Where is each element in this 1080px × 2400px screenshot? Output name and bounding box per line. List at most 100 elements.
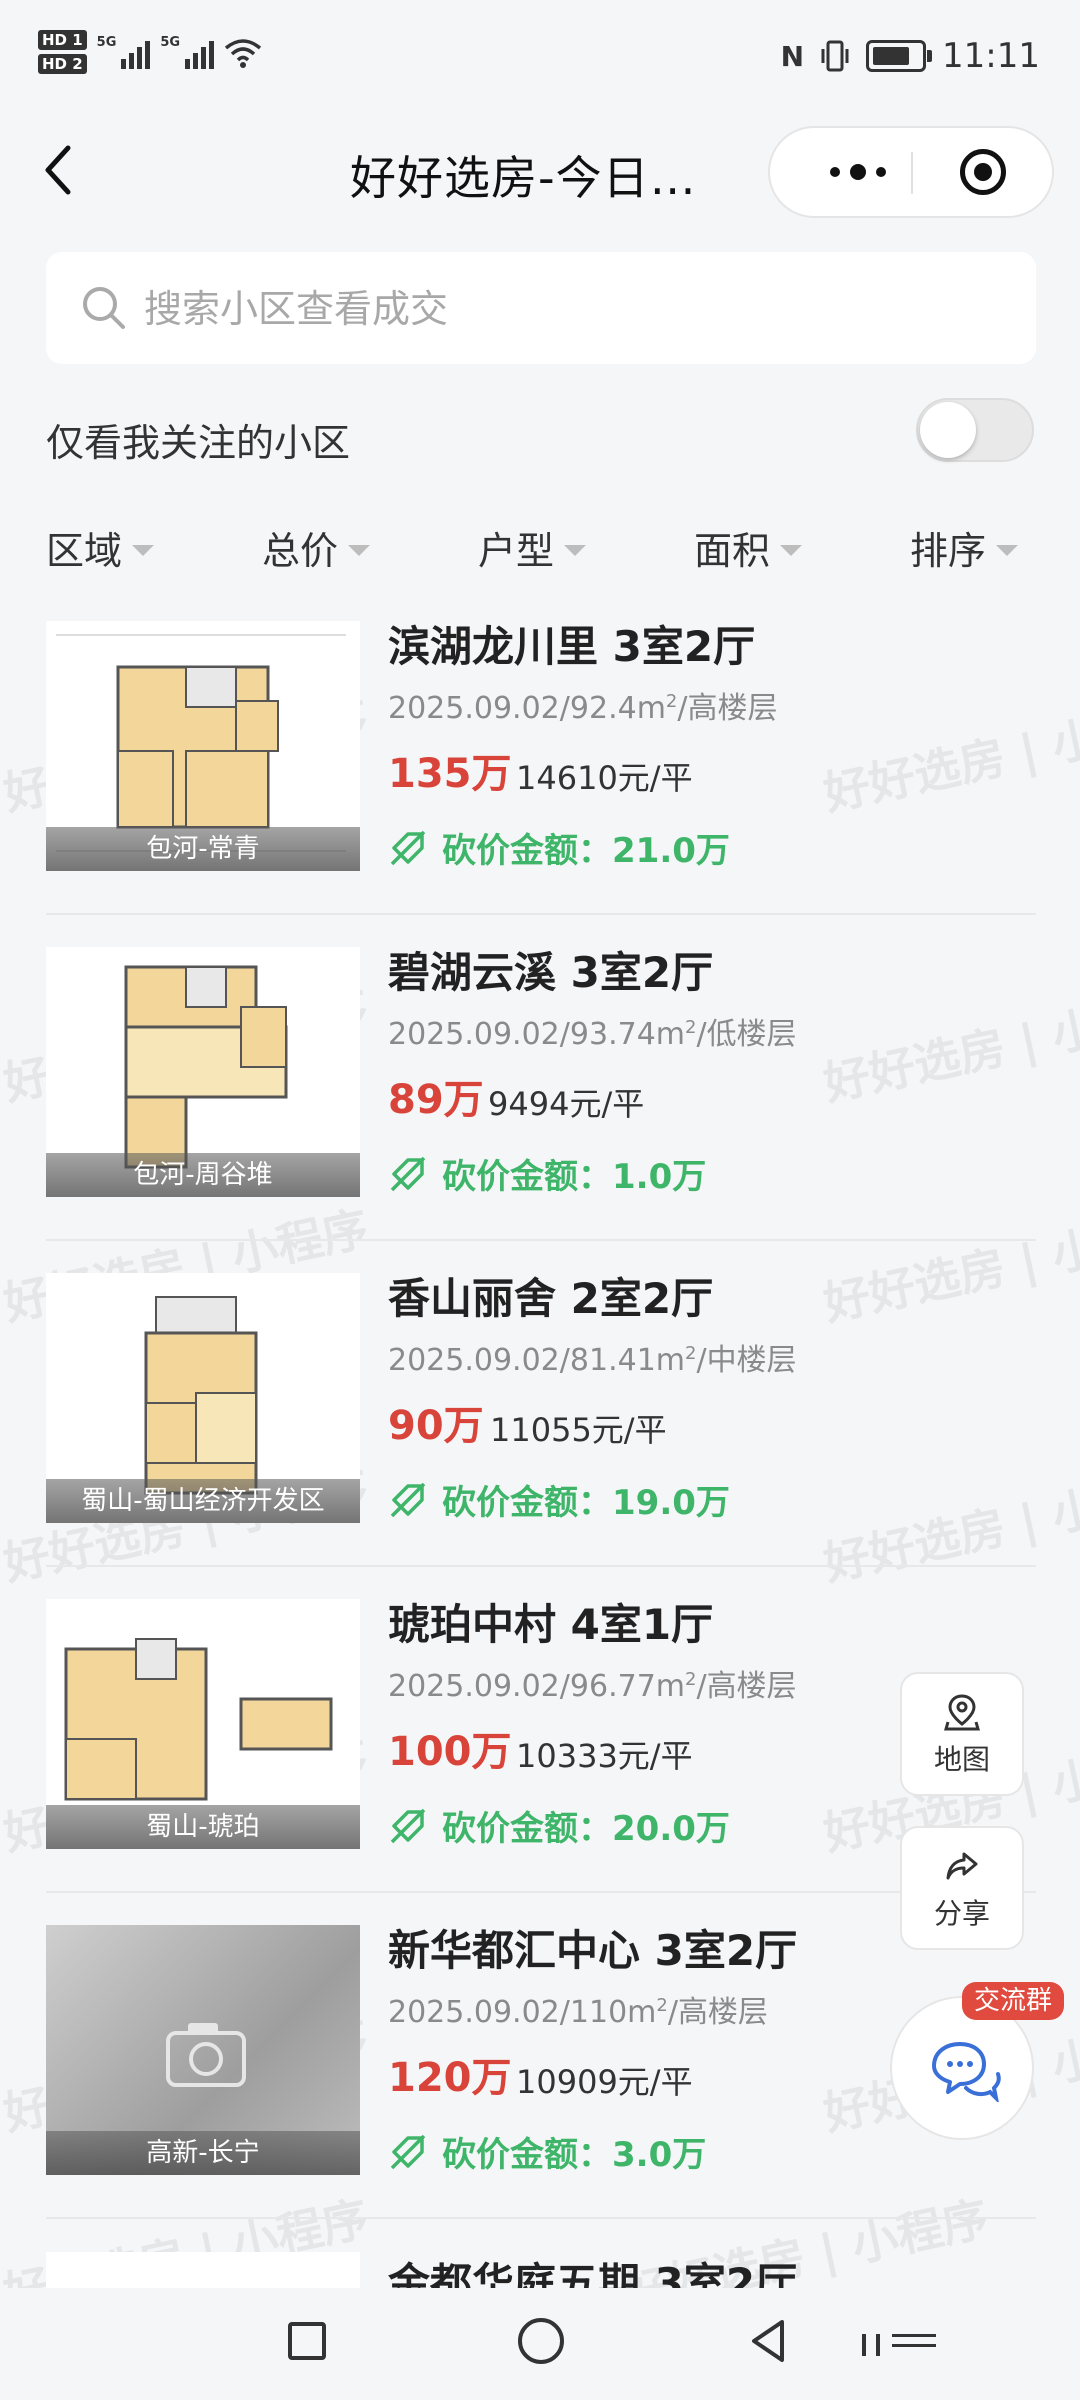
location-label: 高新-长宁 [46, 2131, 360, 2175]
bargain-text: 砍价金额：19.0万 [442, 1483, 730, 1523]
group-chat-badge[interactable]: 交流群 [962, 1982, 1065, 2020]
list-divider [46, 913, 1036, 915]
area-unit: 2 [665, 691, 678, 712]
net1-label: 5G [96, 35, 117, 50]
unit-price: 11055元/平 [490, 1411, 667, 1449]
status-left: HD 1 HD 2 5G 5G [38, 30, 262, 74]
map-button[interactable]: 地图 [900, 1672, 1024, 1796]
total-price: 135万 [388, 751, 512, 797]
filter-label: 总价 [262, 529, 339, 573]
filter-area[interactable]: 面积 [694, 520, 803, 575]
listing-title: 琥珀中村 4室1厅 [388, 1600, 714, 1649]
total-price: 120万 [388, 2055, 512, 2101]
sim-indicators: HD 1 HD 2 [38, 30, 87, 74]
price-tag-icon [390, 1808, 426, 1843]
capsule-divider [911, 152, 913, 194]
listing-meta: 2025.09.02/92.4m2/高楼层 [388, 691, 778, 726]
listing-item[interactable]: 包河-周谷堆 碧湖云溪 3室2厅 2025.09.02/93.74m2/低楼层 … [46, 931, 1036, 1257]
system-nav-bar [0, 2288, 1080, 2400]
caret-down-icon [132, 545, 155, 556]
battery-icon [866, 40, 933, 72]
filter-layout[interactable]: 户型 [478, 520, 587, 575]
unit-price: 10909元/平 [516, 2063, 693, 2101]
filter-label: 户型 [478, 529, 555, 573]
unit-price: 14610元/平 [516, 759, 693, 797]
follow-toggle-switch[interactable] [916, 398, 1034, 462]
listing-item[interactable]: 包河-常青 滨湖龙川里 3室2厅 2025.09.02/92.4m2/高楼层 1… [46, 605, 1036, 931]
nfc-icon: N [780, 39, 805, 73]
bargain-text: 砍价金额：1.0万 [442, 1157, 707, 1197]
location-label: 包河-常青 [46, 827, 360, 871]
map-pin-icon [944, 1694, 980, 1731]
price-tag-icon [390, 830, 426, 865]
listing-title: 新华都汇中心 3室2厅 [388, 1926, 798, 1975]
status-right: N 11:11 [781, 36, 1040, 76]
area-unit: 2 [685, 1017, 697, 1038]
page-title: 好好选房-今日… [350, 151, 697, 205]
search-box[interactable] [46, 252, 1036, 364]
unit-price: 9494元/平 [488, 1085, 645, 1123]
filter-label: 排序 [910, 529, 987, 573]
filter-sort[interactable]: 排序 [910, 520, 1019, 575]
listing-area: 93.74m [569, 1017, 685, 1052]
status-time: 11:11 [942, 36, 1040, 76]
price-tag-icon [390, 2134, 426, 2169]
listing-item[interactable]: 蜀山-琥珀 琥珀中村 4室1厅 2025.09.02/96.77m2/高楼层 1… [46, 1583, 1036, 1909]
sim2-badge: HD 2 [38, 54, 87, 74]
miniprogram-capsule [768, 126, 1054, 218]
deal-date: 2025.09.02 [388, 1995, 560, 2030]
location-label: 包河-周谷堆 [46, 1153, 360, 1197]
home-button[interactable] [518, 2318, 564, 2364]
wifi-icon [224, 39, 262, 68]
listing-item[interactable]: 高新-长宁 新华都汇中心 3室2厅 2025.09.02/110m2/高楼层 1… [46, 1909, 1036, 2235]
listing-meta: 2025.09.02/110m2/高楼层 [388, 1995, 768, 2030]
back-button[interactable] [38, 140, 88, 200]
navigation-menu-icon[interactable] [862, 2334, 936, 2356]
location-label: 蜀山-蜀山经济开发区 [46, 1479, 360, 1523]
target-icon[interactable] [960, 149, 1006, 195]
bargain-amount: 砍价金额：1.0万 [388, 1149, 706, 1198]
share-button[interactable]: 分享 [900, 1826, 1024, 1950]
unit-price: 10333元/平 [516, 1737, 693, 1775]
list-divider [46, 2217, 1036, 2219]
back-triangle-button[interactable] [748, 2316, 788, 2366]
price-tag-icon [390, 1156, 426, 1191]
listing-item[interactable]: 蜀山-蜀山经济开发区 香山丽舍 2室2厅 2025.09.02/81.41m2/… [46, 1257, 1036, 1583]
bargain-amount: 砍价金额：21.0万 [388, 823, 730, 872]
area-unit: 2 [685, 1669, 697, 1690]
total-price: 90万 [388, 1403, 484, 1449]
filter-region[interactable]: 区域 [46, 520, 155, 575]
list-divider [46, 1891, 1036, 1893]
bargain-text: 砍价金额：21.0万 [442, 831, 730, 871]
filter-label: 区域 [46, 529, 123, 573]
filter-bar: 区域 总价 户型 面积 排序 [0, 520, 1080, 580]
listing-area: 92.4m [569, 691, 666, 726]
bargain-amount: 砍价金额：20.0万 [388, 1801, 730, 1850]
recent-apps-button[interactable] [288, 2322, 326, 2360]
bargain-amount: 砍价金额：3.0万 [388, 2127, 706, 2176]
bargain-amount: 砍价金额：19.0万 [388, 1475, 730, 1524]
listing-area: 96.77m [569, 1669, 685, 1704]
listing-area: 81.41m [569, 1343, 685, 1378]
caret-down-icon [348, 545, 371, 556]
list-divider [46, 1239, 1036, 1241]
area-unit: 2 [685, 1343, 697, 1364]
listing-title: 滨湖龙川里 3室2厅 [388, 622, 756, 671]
location-label: 蜀山-琥珀 [46, 1805, 360, 1849]
filter-label: 面积 [694, 529, 771, 573]
listing-floor: 中楼层 [706, 1343, 797, 1378]
deal-date: 2025.09.02 [388, 691, 560, 726]
search-icon [83, 287, 125, 329]
filter-total-price[interactable]: 总价 [262, 520, 371, 575]
price-tag-icon [390, 1482, 426, 1517]
listing-floor: 高楼层 [706, 1669, 797, 1704]
net2-label: 5G [160, 35, 181, 50]
photo-thumbnail: 高新-长宁 [46, 1925, 360, 2175]
caret-down-icon [996, 545, 1019, 556]
share-arrow-icon [946, 1852, 978, 1880]
map-label: 地图 [933, 1743, 990, 1776]
search-input[interactable] [142, 276, 986, 342]
total-price: 89万 [388, 1077, 484, 1123]
deal-date: 2025.09.02 [388, 1017, 560, 1052]
more-dots-icon[interactable] [808, 128, 908, 216]
